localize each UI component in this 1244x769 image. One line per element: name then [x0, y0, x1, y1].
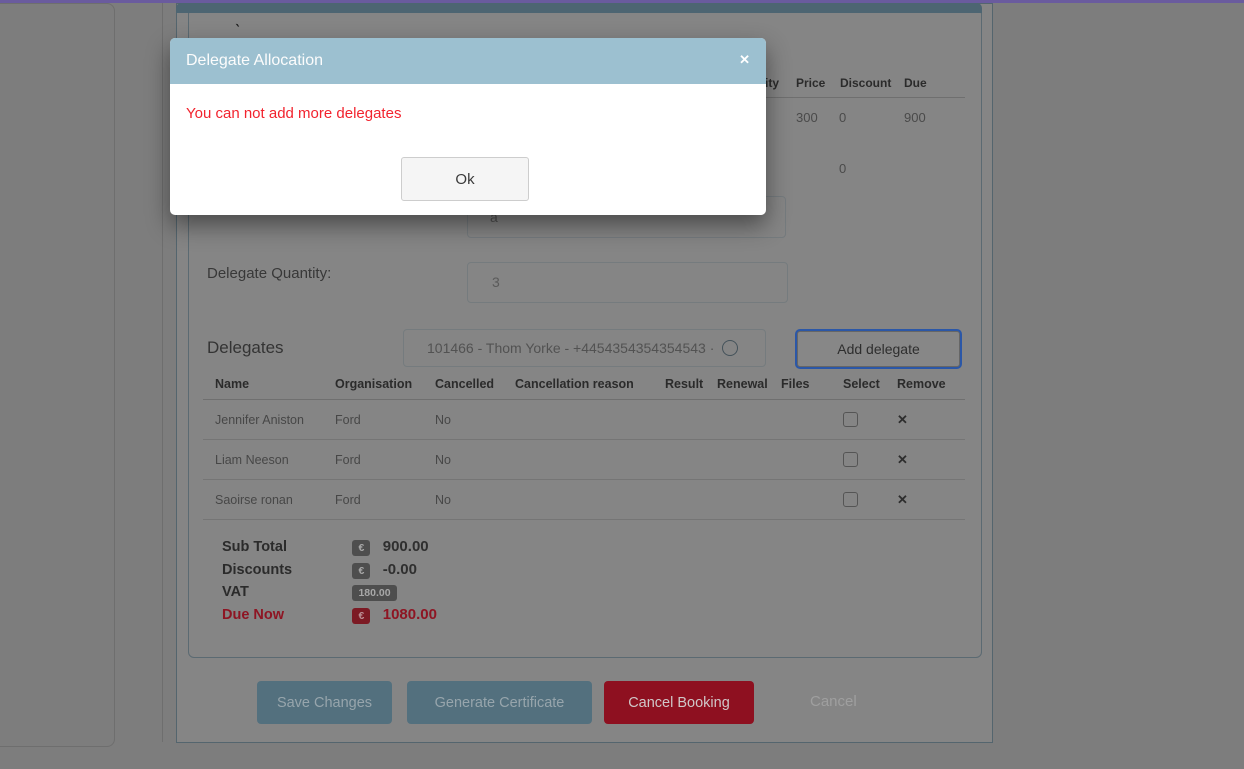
discounts-label: Discounts	[222, 562, 334, 578]
subtotal-label: Sub Total	[222, 539, 334, 555]
cell-organisation: Ford	[323, 440, 423, 480]
cancel-booking-button[interactable]: Cancel Booking	[604, 681, 754, 724]
euro-badge: €	[352, 608, 370, 624]
col-cancellation-reason: Cancellation reason	[503, 372, 653, 400]
totals-row-due-now: Due Now € 1080.00	[222, 606, 437, 624]
cell-name: Liam Neeson	[203, 440, 323, 480]
pricing-header-price: Price	[796, 76, 825, 90]
page-background: ` Quantity Price Discount Due 300 0 900 …	[0, 0, 1244, 769]
cell-cancelled: No	[423, 440, 503, 480]
vat-badge: 180.00	[352, 585, 396, 601]
cell-name: Jennifer Aniston	[203, 400, 323, 440]
select-checkbox[interactable]	[843, 452, 858, 467]
panel-header-strip	[176, 3, 982, 13]
cell-cancelled: No	[423, 480, 503, 520]
delegates-table: Name Organisation Cancelled Cancellation…	[203, 372, 965, 520]
euro-badge: €	[352, 563, 370, 579]
pricing-due-value: 900	[904, 110, 926, 125]
cell-organisation: Ford	[323, 400, 423, 440]
ok-button[interactable]: Ok	[401, 157, 529, 201]
discounts-value: -0.00	[383, 561, 417, 578]
vat-label: VAT	[222, 584, 334, 600]
totals-row-discounts: Discounts € -0.00	[222, 561, 417, 579]
cell-organisation: Ford	[323, 480, 423, 520]
subtotal-value: 900.00	[383, 538, 429, 555]
totals-row-vat: VAT 180.00	[222, 583, 397, 601]
col-result: Result	[653, 372, 705, 400]
modal-message: You can not add more delegates	[186, 105, 401, 122]
pricing-header-discount: Discount	[840, 76, 891, 90]
totals-row-subtotal: Sub Total € 900.00	[222, 538, 429, 556]
cancel-link[interactable]: Cancel	[810, 693, 857, 710]
select-checkbox[interactable]	[843, 492, 858, 507]
vertical-divider	[162, 3, 163, 742]
col-renewal: Renewal	[705, 372, 769, 400]
modal-header: Delegate Allocation ✕	[170, 38, 766, 84]
delegates-label: Delegates	[207, 338, 284, 358]
col-select: Select	[831, 372, 885, 400]
left-sidebar-card	[0, 3, 115, 747]
delegate-quantity-label: Delegate Quantity:	[207, 265, 331, 282]
due-now-label: Due Now	[222, 607, 334, 623]
save-changes-button[interactable]: Save Changes	[257, 681, 392, 724]
col-cancelled: Cancelled	[423, 372, 503, 400]
select-spinner-icon	[722, 340, 738, 356]
col-files: Files	[769, 372, 831, 400]
remove-icon[interactable]: ✕	[897, 412, 908, 427]
cell-name: Saoirse ronan	[203, 480, 323, 520]
pricing-price-value: 300	[796, 110, 818, 125]
pricing-header-due: Due	[904, 76, 927, 90]
cell-cancelled: No	[423, 400, 503, 440]
table-row: Saoirse ronan Ford No ✕	[203, 480, 965, 520]
col-name: Name	[203, 372, 323, 400]
euro-badge: €	[352, 540, 370, 556]
modal-title: Delegate Allocation	[186, 38, 323, 84]
close-icon[interactable]: ✕	[739, 52, 750, 68]
delegate-allocation-modal: Delegate Allocation ✕ You can not add mo…	[170, 38, 766, 215]
pricing-discount-value-2: 0	[839, 161, 846, 176]
table-row: Jennifer Aniston Ford No ✕	[203, 400, 965, 440]
add-delegate-button[interactable]: Add delegate	[797, 331, 960, 367]
col-remove: Remove	[885, 372, 965, 400]
delegates-table-header-row: Name Organisation Cancelled Cancellation…	[203, 372, 965, 400]
remove-icon[interactable]: ✕	[897, 452, 908, 467]
due-now-value: 1080.00	[383, 606, 437, 623]
select-checkbox[interactable]	[843, 412, 858, 427]
pricing-discount-value: 0	[839, 110, 846, 125]
delegate-quantity-input[interactable]: 3	[467, 262, 788, 303]
remove-icon[interactable]: ✕	[897, 492, 908, 507]
delegate-select[interactable]: 101466 - Thom Yorke - +4454354354354543 …	[403, 329, 766, 367]
col-organisation: Organisation	[323, 372, 423, 400]
table-row: Liam Neeson Ford No ✕	[203, 440, 965, 480]
generate-certificate-button[interactable]: Generate Certificate	[407, 681, 592, 724]
